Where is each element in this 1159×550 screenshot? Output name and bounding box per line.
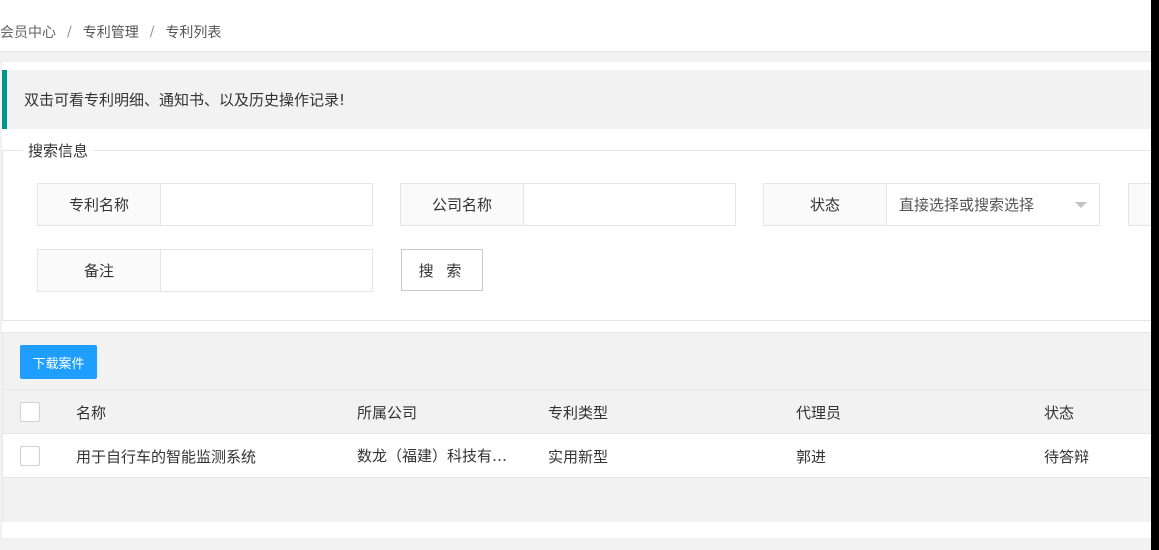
table-toolbar: 下载案件 bbox=[3, 333, 1151, 390]
status-item: 状态 直接选择或搜索选择 bbox=[763, 183, 1100, 226]
breadcrumb-item-patent-list: 专利列表 bbox=[165, 24, 222, 41]
table-footer-area bbox=[3, 478, 1151, 522]
status-select-placeholder: 直接选择或搜索选择 bbox=[899, 196, 1035, 214]
cell-company: 数龙（福建）科技有限公司 bbox=[357, 447, 522, 465]
column-header-type[interactable]: 专利类型 bbox=[548, 390, 778, 434]
breadcrumb-separator: / bbox=[149, 23, 155, 40]
content-card: 双击可看专利明细、通知书、以及历史操作记录! 搜索信息 专利名称 公司名称 状态… bbox=[2, 62, 1151, 538]
truncated-form-item bbox=[1128, 183, 1151, 226]
column-header-agent[interactable]: 代理员 bbox=[796, 390, 1026, 434]
breadcrumb: 会员中心 / 专利管理 / 专利列表 bbox=[0, 12, 1151, 52]
search-button[interactable]: 搜 索 bbox=[401, 249, 483, 291]
search-legend: 搜索信息 bbox=[23, 140, 94, 161]
row-checkbox[interactable] bbox=[20, 446, 40, 466]
window-edge bbox=[1151, 0, 1159, 550]
chevron-down-icon bbox=[1075, 201, 1087, 208]
remark-label: 备注 bbox=[37, 249, 160, 292]
status-label: 状态 bbox=[763, 183, 886, 226]
column-header-company[interactable]: 所属公司 bbox=[357, 390, 527, 434]
column-header-status[interactable]: 状态 bbox=[1044, 390, 1144, 434]
company-name-input[interactable] bbox=[523, 183, 736, 226]
company-name-item: 公司名称 bbox=[400, 183, 736, 226]
top-strip bbox=[0, 0, 1151, 12]
column-header-name[interactable]: 名称 bbox=[76, 390, 336, 434]
breadcrumb-item-patent-management[interactable]: 专利管理 bbox=[83, 22, 139, 42]
patent-table: 下载案件 名称 所属公司 专利类型 代理员 状态 用于自行车的智能监测系统 数龙… bbox=[2, 332, 1151, 522]
cell-name: 用于自行车的智能监测系统 bbox=[76, 447, 257, 466]
status-select[interactable]: 直接选择或搜索选择 bbox=[886, 183, 1100, 226]
cell-type: 实用新型 bbox=[548, 447, 609, 466]
download-cases-button[interactable]: 下载案件 bbox=[20, 345, 97, 379]
table-row[interactable]: 用于自行车的智能监测系统 数龙（福建）科技有限公司 实用新型 郭进 待答辩 bbox=[3, 434, 1151, 478]
remark-input[interactable] bbox=[160, 249, 373, 292]
breadcrumb-separator: / bbox=[67, 23, 72, 40]
remark-item: 备注 bbox=[37, 249, 373, 292]
notice-text: 双击可看专利明细、通知书、以及历史操作记录! bbox=[24, 91, 346, 109]
notice-banner: 双击可看专利明细、通知书、以及历史操作记录! bbox=[2, 70, 1151, 129]
select-all-checkbox[interactable] bbox=[20, 402, 40, 422]
company-name-label: 公司名称 bbox=[400, 183, 523, 226]
breadcrumb-item-member-center[interactable]: 会员中心 bbox=[0, 22, 56, 42]
page-viewport: 会员中心 / 专利管理 / 专利列表 双击可看专利明细、通知书、以及历史操作记录… bbox=[0, 0, 1151, 550]
patent-name-label: 专利名称 bbox=[37, 183, 160, 226]
patent-name-input[interactable] bbox=[160, 183, 373, 226]
cell-status: 待答辩 bbox=[1044, 447, 1090, 466]
patent-name-item: 专利名称 bbox=[37, 183, 373, 226]
search-fieldset: 搜索信息 专利名称 公司名称 状态 直接选择或搜索选择 备注 搜 索 bbox=[2, 140, 1151, 321]
cell-agent: 郭进 bbox=[796, 447, 827, 466]
table-header-row: 名称 所属公司 专利类型 代理员 状态 bbox=[3, 390, 1151, 434]
